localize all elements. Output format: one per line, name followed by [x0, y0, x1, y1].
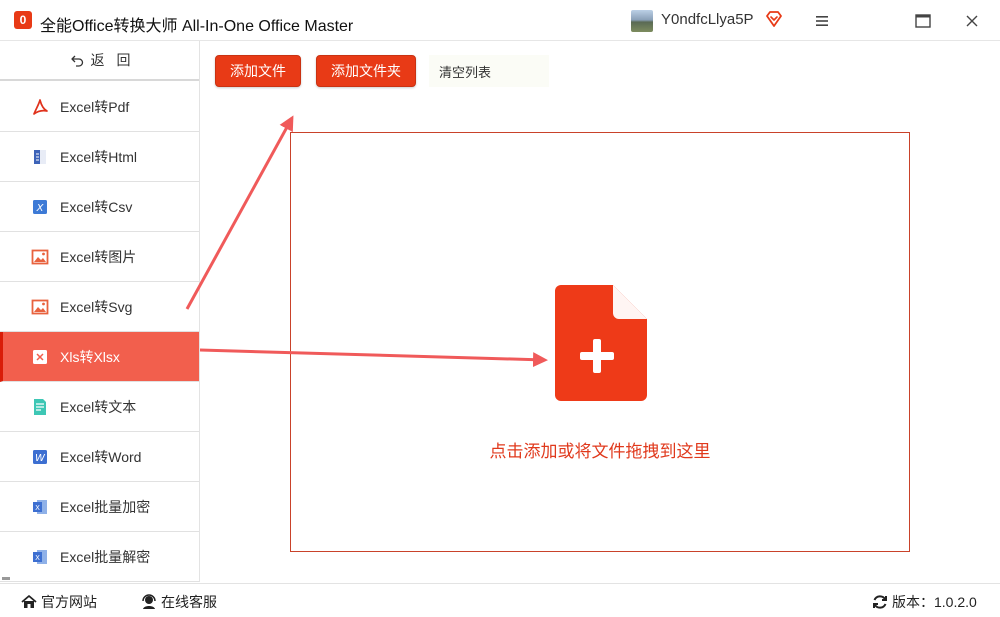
sidebar-item-label: Xls转Xlsx: [60, 348, 120, 365]
sidebar-item-excel-to-html[interactable]: Excel转Html: [0, 132, 199, 182]
status-bar: 官方网站 在线客服 版本：1.0.2.0: [0, 583, 1000, 617]
drop-hint-text: 点击添加或将文件拖拽到这里: [489, 442, 711, 461]
version-info[interactable]: 版本：1.0.2.0: [871, 592, 977, 612]
clear-list-button[interactable]: 清空列表: [429, 55, 549, 87]
customer-service-icon: [142, 594, 156, 609]
sidebar-scrollbar[interactable]: [2, 577, 10, 580]
arrow-to-add-file: [185, 115, 294, 310]
sidebar-item-excel-to-csv[interactable]: X Excel转Csv: [0, 182, 199, 232]
refresh-icon: [873, 595, 887, 609]
sidebar-item-label: Excel转Html: [60, 148, 138, 165]
sidebar-item-label: Excel批量解密: [60, 548, 151, 565]
vip-diamond-icon[interactable]: [764, 9, 784, 29]
sidebar-item-label: Excel转Csv: [60, 198, 133, 215]
home-icon: [21, 595, 37, 608]
pdf-icon: [33, 98, 48, 115]
username[interactable]: Y0ndfcLlya5P: [661, 11, 754, 28]
app-window: 0 全能Office转换大师 All-In-One Office Master …: [0, 0, 1000, 617]
add-file-icon[interactable]: [555, 285, 647, 401]
add-file-button[interactable]: 添加文件: [215, 55, 301, 87]
sidebar-item-excel-decrypt[interactable]: X Excel批量解密: [0, 532, 199, 582]
sidebar-item-excel-to-svg[interactable]: Excel转Svg: [0, 282, 199, 332]
back-label: 返回: [90, 52, 143, 68]
svg-text:X: X: [35, 554, 40, 562]
official-website-link[interactable]: 官方网站: [20, 592, 97, 612]
svg-text:X: X: [36, 203, 45, 214]
sidebar-item-excel-encrypt[interactable]: X Excel批量加密: [0, 482, 199, 532]
excel-unlock-icon: X: [33, 549, 47, 564]
sidebar-item-label: Excel转文本: [60, 398, 137, 415]
sidebar-item-excel-to-text[interactable]: Excel转文本: [0, 382, 199, 432]
title-bar: 0 全能Office转换大师 All-In-One Office Master …: [0, 0, 1000, 41]
version-label: 版本：1.0.2.0: [892, 594, 977, 610]
sidebar-item-excel-to-image[interactable]: Excel转图片: [0, 232, 199, 282]
sidebar-item-label: Excel转Word: [60, 448, 142, 465]
avatar[interactable]: [631, 10, 653, 32]
sidebar-nav: Excel转Pdf Excel转Html X Excel转Csv Excel转图…: [0, 82, 199, 582]
maximize-icon[interactable]: [912, 10, 934, 32]
window-title: 全能Office转换大师 All-In-One Office Master: [40, 18, 354, 35]
svg-text:X: X: [35, 504, 40, 512]
sidebar-item-label: Excel转Svg: [60, 298, 133, 315]
app-logo-icon: 0: [14, 11, 32, 29]
word-icon: W: [33, 449, 47, 464]
online-service-link[interactable]: 在线客服: [140, 592, 217, 612]
back-button[interactable]: 返回: [0, 41, 199, 81]
sidebar-item-label: Excel批量加密: [60, 498, 151, 515]
sidebar-item-excel-to-pdf[interactable]: Excel转Pdf: [0, 82, 199, 132]
xlsx-icon: [33, 349, 47, 364]
svg-text:W: W: [35, 453, 46, 464]
sidebar-item-xls-to-xlsx[interactable]: Xls转Xlsx: [0, 332, 199, 382]
svg-image-icon: [31, 299, 49, 314]
sidebar-item-label: Excel转图片: [60, 248, 137, 265]
image-icon: [31, 249, 49, 264]
text-icon: [34, 398, 46, 415]
back-arrow-icon: [70, 55, 83, 67]
add-folder-button[interactable]: 添加文件夹: [316, 55, 416, 87]
official-website-label: 官方网站: [41, 594, 97, 610]
html-icon: [34, 149, 46, 164]
sidebar-item-excel-to-word[interactable]: W Excel转Word: [0, 432, 199, 482]
file-drop-zone[interactable]: 点击添加或将文件拖拽到这里: [290, 132, 910, 552]
excel-lock-icon: X: [33, 499, 47, 514]
csv-icon: X: [33, 199, 47, 214]
online-service-label: 在线客服: [161, 594, 217, 610]
sidebar: 返回 Excel转Pdf Excel转Html X Excel转Csv Exce…: [0, 41, 200, 582]
close-icon[interactable]: [961, 10, 983, 32]
sidebar-item-label: Excel转Pdf: [60, 98, 130, 115]
menu-icon[interactable]: [811, 10, 833, 32]
